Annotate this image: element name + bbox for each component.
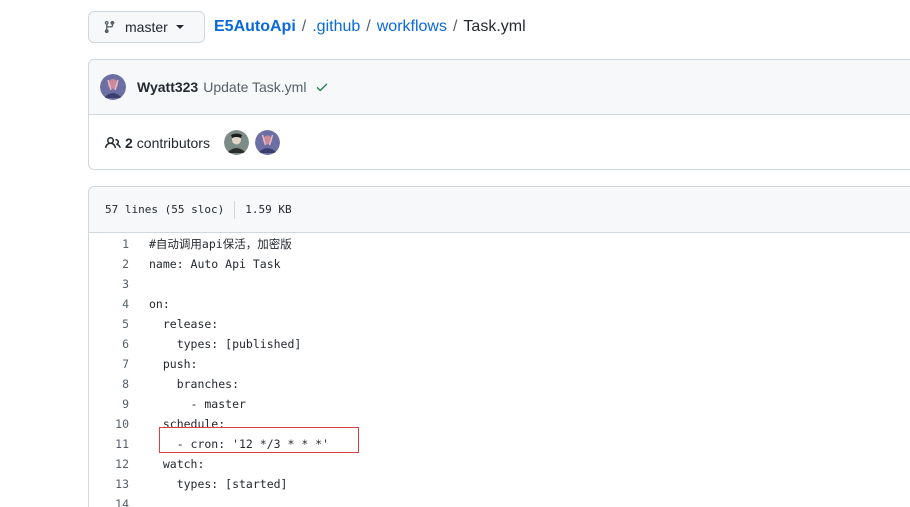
- line-number[interactable]: 1: [89, 237, 129, 251]
- file-line-count: 57 lines (55 sloc): [105, 203, 225, 216]
- file-info-header: 57 lines (55 sloc) 1.59 KB: [89, 187, 910, 233]
- line-content: types: [published]: [149, 337, 302, 351]
- line-content: branches:: [149, 377, 240, 391]
- contributor-avatar[interactable]: [223, 130, 249, 155]
- file-info-divider: [234, 200, 236, 219]
- breadcrumb-github-link[interactable]: .github: [312, 18, 360, 36]
- contributor-avatars: [223, 130, 286, 155]
- line-number[interactable]: 4: [89, 297, 129, 311]
- code-line: 12 watch:: [89, 454, 910, 474]
- line-number[interactable]: 9: [89, 397, 129, 411]
- line-content: - master: [149, 397, 246, 411]
- latest-commit-box: Wyatt323 Update Task.yml 2 contributors: [88, 59, 910, 170]
- line-number[interactable]: 14: [89, 497, 129, 507]
- line-number[interactable]: 5: [89, 317, 129, 331]
- line-content: - cron: '12 */3 * * *': [149, 437, 330, 451]
- code-line: 1 #自动调用api保活，加密版: [89, 234, 910, 254]
- caret-down-icon: [175, 25, 184, 29]
- code-line: 13 types: [started]: [89, 474, 910, 494]
- line-content: watch:: [149, 457, 205, 471]
- code-line: 14: [89, 494, 910, 507]
- code-line: 9 - master: [89, 394, 910, 414]
- people-icon: [105, 136, 121, 148]
- code-listing: 1 #自动调用api保活，加密版 2 name: Auto Api Task 3 4 on:…: [89, 233, 910, 507]
- code-line: 8 branches:: [89, 374, 910, 394]
- contributors-row: 2 contributors: [89, 115, 910, 170]
- line-content: on:: [149, 297, 170, 311]
- line-number[interactable]: 8: [89, 377, 129, 391]
- contributors-count[interactable]: 2: [125, 135, 133, 151]
- contributor-avatar[interactable]: [254, 130, 280, 155]
- code-line: 3: [89, 274, 910, 294]
- code-line: 6 types: [published]: [89, 334, 910, 354]
- line-number[interactable]: 3: [89, 277, 129, 291]
- line-content: types: [started]: [149, 477, 288, 491]
- line-content: name: Auto Api Task: [149, 257, 281, 271]
- code-line: 2 name: Auto Api Task: [89, 254, 910, 274]
- line-number[interactable]: 2: [89, 257, 129, 271]
- line-number[interactable]: 11: [89, 437, 129, 451]
- line-content: release:: [149, 317, 219, 331]
- breadcrumb-workflows-link[interactable]: workflows: [377, 18, 447, 36]
- code-line: 7 push:: [89, 354, 910, 374]
- line-content: schedule:: [149, 417, 226, 431]
- commit-author-link[interactable]: Wyatt323: [137, 79, 198, 95]
- line-content: #自动调用api保活，加密版: [149, 237, 292, 251]
- line-number[interactable]: 12: [89, 457, 129, 471]
- breadcrumb-separator: /: [301, 18, 307, 35]
- file-view: 57 lines (55 sloc) 1.59 KB 1 #自动调用api保活，加…: [88, 186, 910, 507]
- breadcrumb-separator: /: [452, 18, 458, 35]
- breadcrumb-repo-link[interactable]: E5AutoApi: [214, 18, 296, 36]
- breadcrumb: E5AutoApi / .github / workflows / Task.y…: [214, 18, 526, 36]
- contributors-label[interactable]: contributors: [137, 135, 210, 151]
- code-line: 5 release:: [89, 314, 910, 334]
- author-avatar[interactable]: [100, 74, 126, 100]
- line-number[interactable]: 13: [89, 477, 129, 491]
- commit-message-link[interactable]: Update Task.yml: [203, 79, 306, 95]
- git-branch-icon: [104, 20, 115, 34]
- file-navigation: master E5AutoApi / .github / workflows /…: [88, 11, 526, 43]
- latest-commit-header: Wyatt323 Update Task.yml: [89, 60, 910, 115]
- file-size: 1.59 KB: [245, 203, 292, 216]
- code-line: 10 schedule:: [89, 414, 910, 434]
- check-icon[interactable]: [315, 80, 329, 94]
- line-number[interactable]: 7: [89, 357, 129, 371]
- line-number[interactable]: 6: [89, 337, 129, 351]
- breadcrumb-current-file: Task.yml: [463, 18, 526, 35]
- line-content: push:: [149, 357, 198, 371]
- branch-label: master: [125, 19, 168, 35]
- branch-select-button[interactable]: master: [88, 11, 205, 43]
- code-line: 11 - cron: '12 */3 * * *': [89, 434, 910, 454]
- breadcrumb-separator: /: [366, 18, 371, 35]
- line-number[interactable]: 10: [89, 417, 129, 431]
- code-line: 4 on:: [89, 294, 910, 314]
